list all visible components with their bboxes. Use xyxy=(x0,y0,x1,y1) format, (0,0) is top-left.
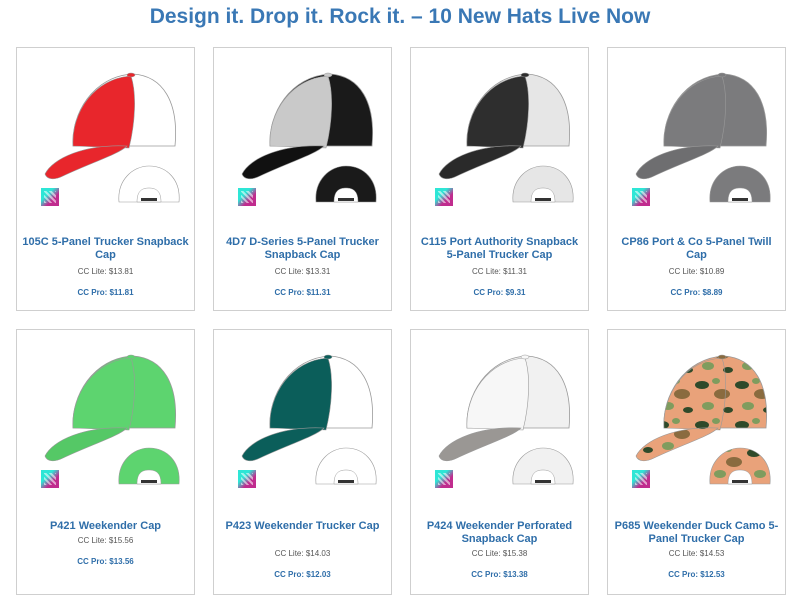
price-cc-pro: CC Pro: $13.38 xyxy=(471,570,528,579)
customizer-badge-icon xyxy=(632,470,650,488)
customizer-badge-icon xyxy=(632,188,650,206)
price-cc-lite: CC Lite: $13.31 xyxy=(274,267,331,276)
product-card[interactable]: 4D7 D-Series 5-Panel Trucker Snapback Ca… xyxy=(213,47,392,311)
customizer-badge-icon xyxy=(41,470,59,488)
customizer-badge-icon xyxy=(238,188,256,206)
customizer-badge-icon xyxy=(435,188,453,206)
price-cc-pro: CC Pro: $11.31 xyxy=(274,288,331,297)
price-cc-pro: CC Pro: $8.89 xyxy=(670,288,723,297)
price-cc-lite: CC Lite: $10.89 xyxy=(668,267,725,276)
price-cc-pro: CC Pro: $9.31 xyxy=(473,288,526,297)
price-cc-lite: CC Lite: $11.31 xyxy=(472,267,527,276)
price-cc-pro: CC Pro: $12.53 xyxy=(668,570,725,579)
customizer-badge-icon xyxy=(41,188,59,206)
price-cc-pro: CC Pro: $12.03 xyxy=(274,570,331,579)
product-name-link[interactable]: P685 Weekender Duck Camo 5-Panel Trucker… xyxy=(612,520,781,546)
price-cc-pro: CC Pro: $13.56 xyxy=(77,557,134,566)
product-name-link[interactable]: P424 Weekender Perforated Snapback Cap xyxy=(415,520,584,546)
price-cc-lite: CC Lite: $15.38 xyxy=(471,549,528,558)
product-card[interactable]: CP86 Port & Co 5-Panel Twill Cap CC Lite:… xyxy=(607,47,786,311)
product-card[interactable]: P685 Weekender Duck Camo 5-Panel Trucker… xyxy=(607,329,786,595)
customizer-badge-icon xyxy=(435,470,453,488)
product-name-link[interactable]: 4D7 D-Series 5-Panel Trucker Snapback Ca… xyxy=(218,236,387,262)
price-cc-lite: CC Lite: $13.81 xyxy=(77,267,134,276)
product-name-link[interactable]: 105C 5-Panel Trucker Snapback Cap xyxy=(21,236,190,262)
product-card[interactable]: 105C 5-Panel Trucker Snapback Cap CC Lite… xyxy=(16,47,195,311)
price-cc-lite: CC Lite: $14.03 xyxy=(274,549,331,558)
price-cc-lite: CC Lite: $14.53 xyxy=(668,549,725,558)
customizer-badge-icon xyxy=(238,470,256,488)
product-name-link[interactable]: P421 Weekender Cap xyxy=(21,520,190,533)
product-grid: 105C 5-Panel Trucker Snapback Cap CC Lite… xyxy=(0,0,800,600)
product-card[interactable]: C115 Port Authority Snapback 5-Panel Tru… xyxy=(410,47,589,311)
product-name-link[interactable]: P423 Weekender Trucker Cap xyxy=(218,520,387,533)
price-cc-lite: CC Lite: $15.56 xyxy=(77,536,134,545)
product-name-link[interactable]: CP86 Port & Co 5-Panel Twill Cap xyxy=(612,236,781,262)
price-cc-pro: CC Pro: $11.81 xyxy=(77,288,134,297)
product-name-link[interactable]: C115 Port Authority Snapback 5-Panel Tru… xyxy=(415,236,584,262)
product-card[interactable]: P424 Weekender Perforated Snapback Cap CC… xyxy=(410,329,589,595)
product-card[interactable]: P423 Weekender Trucker Cap CC Lite: $14.0… xyxy=(213,329,392,595)
product-card[interactable]: P421 Weekender Cap CC Lite: $15.56 CC Pro:… xyxy=(16,329,195,595)
